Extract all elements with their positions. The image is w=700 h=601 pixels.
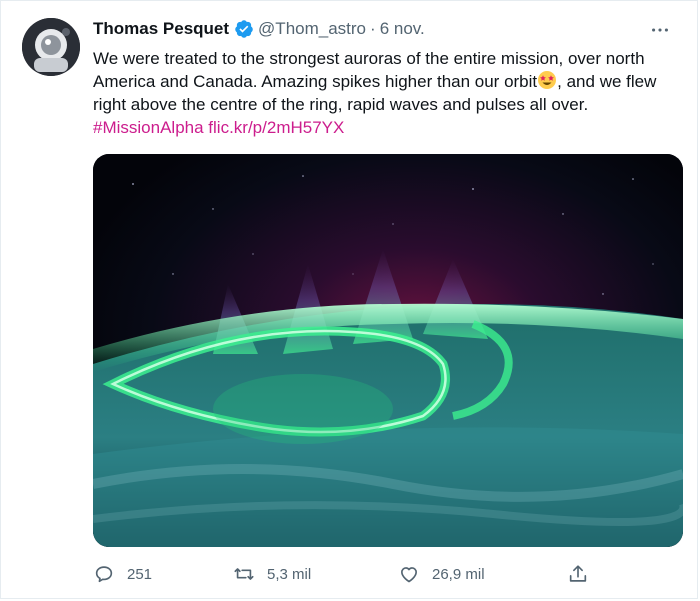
share-icon	[569, 565, 587, 582]
star-struck-emoji-icon	[537, 70, 557, 90]
aurora-photo	[93, 154, 683, 547]
separator-dot: ·	[370, 19, 376, 38]
reply-button[interactable]: 251	[93, 561, 152, 587]
hashtag-link[interactable]: #MissionAlpha	[93, 118, 204, 137]
short-link[interactable]: flic.kr/p/2mH57YX	[208, 118, 344, 137]
retweet-icon	[234, 568, 254, 580]
author-name[interactable]: Thomas Pesquet	[93, 19, 229, 39]
tweet-card[interactable]: Thomas Pesquet @Thom_astro · 6 nov. We w…	[0, 0, 698, 599]
tweet-header: Thomas Pesquet @Thom_astro · 6 nov.	[93, 17, 425, 41]
retweet-button[interactable]: 5,3 mil	[233, 561, 311, 587]
share-button[interactable]	[567, 561, 589, 587]
avatar[interactable]	[22, 18, 80, 76]
more-options-icon[interactable]	[647, 19, 673, 41]
like-button[interactable]: 26,9 mil	[398, 561, 485, 587]
author-handle[interactable]: @Thom_astro	[258, 19, 366, 39]
tweet-actions: 251 5,3 mil 26,9 mil	[93, 561, 593, 587]
verified-badge-icon	[234, 19, 254, 39]
tweet-text: We were treated to the strongest auroras…	[93, 47, 681, 139]
reply-count: 251	[127, 565, 153, 583]
tweet-date[interactable]: 6 nov.	[380, 19, 425, 39]
retweet-count: 5,3 mil	[267, 565, 312, 583]
tweet-media-photo[interactable]	[93, 154, 683, 547]
heart-icon	[401, 567, 417, 583]
reply-icon	[95, 566, 113, 583]
like-count: 26,9 mil	[432, 565, 485, 583]
avatar-image	[22, 18, 80, 76]
